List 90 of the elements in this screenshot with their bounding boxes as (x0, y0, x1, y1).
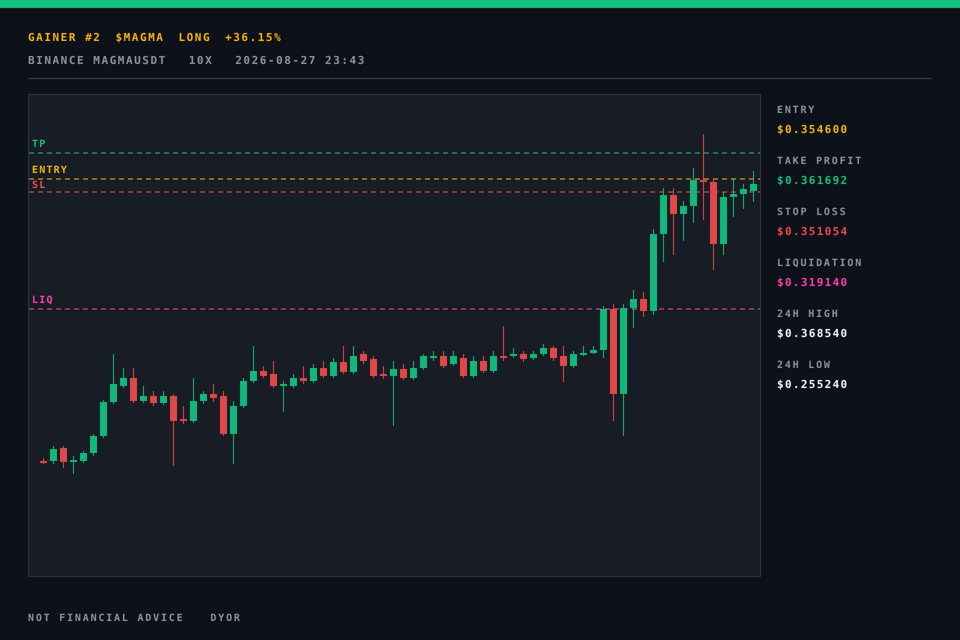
stat-label: LIQUIDATION (777, 259, 864, 269)
subline-text: 10X (188, 52, 214, 68)
headline-text: GAINER #2 (28, 30, 102, 46)
candlestick (490, 350, 497, 374)
candlestick (690, 168, 697, 224)
disclaimer-text: NOT FINANCIAL ADVICE (28, 612, 184, 626)
candlestick (100, 400, 107, 438)
stat-value: $0.351054 (777, 226, 850, 237)
candlestick (320, 360, 327, 378)
candlestick (130, 368, 137, 404)
candlestick (550, 346, 557, 362)
level-label: ENTRY (32, 166, 68, 176)
candlestick (430, 350, 437, 362)
candlestick (250, 346, 257, 384)
candlestick (350, 346, 357, 374)
candlestick (50, 446, 57, 464)
candlestick (570, 350, 577, 368)
disclaimer-text: DYOR (210, 612, 242, 626)
stat-value: $0.361692 (777, 175, 850, 186)
candlestick (330, 358, 337, 378)
candlestick (480, 356, 487, 374)
candlestick (290, 374, 297, 388)
stat-label: STOP LOSS (777, 208, 848, 218)
candlestick (280, 380, 287, 412)
candlestick (110, 354, 117, 404)
candlestick (580, 346, 587, 356)
candlestick (460, 354, 467, 378)
candlestick (90, 434, 97, 456)
stat-label: 24H HIGH (777, 310, 841, 320)
stat-label: TAKE PROFIT (777, 157, 864, 167)
candlestick (160, 390, 167, 406)
candlestick (180, 406, 187, 424)
candlestick (720, 192, 727, 256)
candlestick (380, 366, 387, 380)
candlestick (750, 170, 757, 202)
candlestick (40, 458, 47, 464)
candlestick (80, 450, 87, 464)
level-label: TP (32, 140, 46, 150)
stat-value: $0.354600 (777, 124, 850, 135)
headline-text: LONG (178, 30, 212, 46)
candlestick (310, 364, 317, 384)
candlestick (440, 350, 447, 368)
candlestick (270, 360, 277, 388)
candlestick (420, 354, 427, 370)
candlestick (400, 364, 407, 380)
subline-text: BINANCE MAGMAUSDT (28, 52, 167, 68)
stat-label: ENTRY (777, 106, 818, 116)
candlestick (360, 350, 367, 364)
candlestick (370, 356, 377, 378)
subline-text: 2026-08-27 23:43 (235, 52, 366, 68)
candlestick (600, 306, 607, 358)
candlestick (190, 378, 197, 424)
candlestick (300, 366, 307, 384)
candlestick (390, 360, 397, 426)
stat-value: $0.319140 (777, 277, 850, 288)
headline-text: +36.15% (225, 30, 282, 46)
candlestick (680, 200, 687, 242)
stat-value: $0.368540 (777, 328, 850, 339)
candlestick (70, 456, 77, 474)
stat-label: 24H LOW (777, 361, 833, 371)
candlestick (730, 178, 737, 218)
candlestick (340, 346, 347, 374)
level-label: SL (32, 181, 46, 191)
candlestick (450, 350, 457, 366)
candlestick (740, 184, 747, 210)
candlestick (590, 346, 597, 354)
candlestick (120, 368, 127, 388)
candlestick (140, 386, 147, 404)
candlestick (640, 292, 647, 318)
candlestick (630, 290, 637, 328)
stat-value: $0.255240 (777, 379, 850, 390)
candlestick (500, 326, 507, 362)
candlestick (530, 350, 537, 360)
candlestick (520, 350, 527, 362)
candlestick (510, 348, 517, 358)
candlestick (540, 344, 547, 356)
candlestick (560, 346, 567, 382)
level-label: LIQ (32, 296, 54, 306)
candlestick (210, 384, 217, 402)
candlestick (240, 378, 247, 408)
candlestick (60, 446, 67, 468)
candlestick (200, 390, 207, 404)
candlestick (670, 188, 677, 256)
candlestick (150, 390, 157, 406)
headline-text: $MAGMA (115, 30, 164, 46)
candlestick (220, 390, 227, 436)
candlestick (230, 400, 237, 464)
candlestick (470, 356, 477, 378)
candlestick (260, 366, 267, 378)
candlestick (410, 360, 417, 380)
